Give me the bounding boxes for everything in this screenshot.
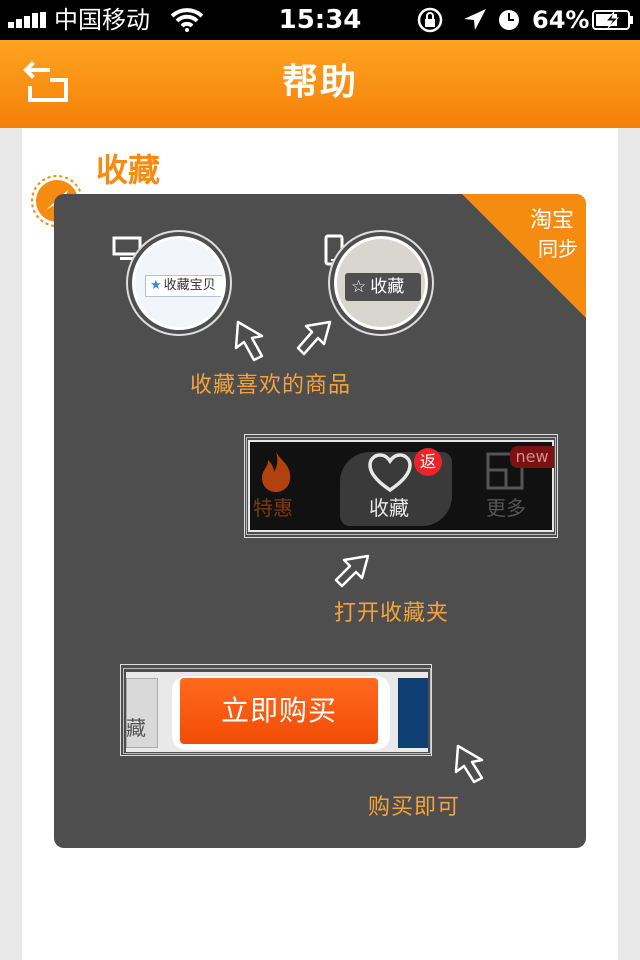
alarm-clock-icon <box>499 10 519 30</box>
battery-percent: 64% <box>532 6 590 34</box>
pointer-arrow-icon <box>454 744 484 784</box>
cart-button-fragment <box>398 678 428 748</box>
step2-caption: 打开收藏夹 <box>334 601 450 626</box>
corner-badge-taobao: 淘宝 <box>529 208 574 233</box>
pc-favorite-zoom: ★ 收藏宝贝 <box>132 236 226 330</box>
buy-now-button[interactable]: 立即购买 <box>180 678 378 744</box>
rebate-badge: 返 <box>414 448 442 476</box>
tab-favorites: 收藏 <box>369 496 409 520</box>
heart-icon <box>368 453 412 493</box>
pc-favorite-label: 收藏宝贝 <box>163 278 216 293</box>
star-outline-icon: ☆ <box>351 277 367 297</box>
status-bar: 中国移动 15:34 64% <box>0 0 640 40</box>
pointer-arrow-icon <box>296 320 332 356</box>
fire-icon <box>262 452 291 492</box>
desktop-monitor-icon <box>112 236 142 260</box>
phone-favorite-chip: ☆ 收藏 <box>345 273 421 301</box>
battery-charging-icon <box>592 10 633 30</box>
section-title: 收藏 <box>96 151 161 189</box>
favorite-tab-fragment-label: 藏 <box>126 716 146 740</box>
star-icon: ★ <box>150 278 162 293</box>
step3-caption: 购买即可 <box>368 795 461 820</box>
rotation-lock-icon <box>417 7 443 33</box>
tab-deals: 特惠 <box>253 496 293 520</box>
tab-more: 更多 <box>486 496 526 520</box>
pointer-arrow-icon <box>334 554 370 588</box>
phone-favorite-label: 收藏 <box>370 277 405 297</box>
phone-favorite-zoom: ☆ 收藏 <box>334 236 428 330</box>
pc-favorite-chip: ★ 收藏宝贝 <box>145 275 223 297</box>
corner-badge-sync: 同步 <box>538 237 578 261</box>
pointer-arrow-icon <box>234 320 264 362</box>
new-tag: new <box>510 446 554 468</box>
location-arrow-icon <box>464 9 486 30</box>
step1-caption: 收藏喜欢的商品 <box>190 373 352 398</box>
page-title: 帮助 <box>281 62 358 103</box>
nav-header: 帮助 <box>0 40 640 128</box>
